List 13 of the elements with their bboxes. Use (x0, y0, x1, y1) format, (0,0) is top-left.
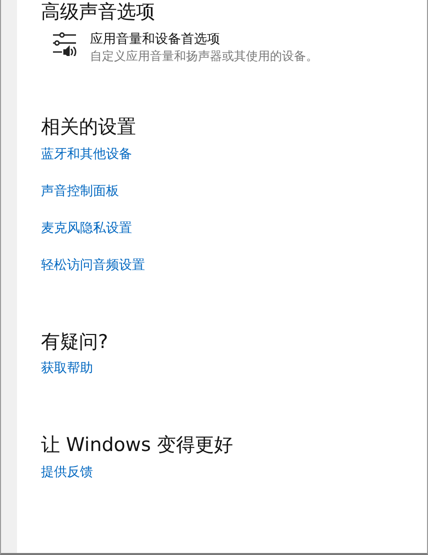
settings-link[interactable]: 获取帮助 (41, 361, 427, 378)
option-title[interactable]: 应用音量和设备首选项 (90, 32, 318, 49)
section-heading: 高级声音选项 (41, 1, 156, 24)
settings-link[interactable]: 声音控制面板 (41, 184, 427, 201)
settings-link[interactable]: 轻松访问音频设置 (41, 258, 427, 275)
section-heading: 相关的设置 (41, 116, 137, 140)
settings-link[interactable]: 麦克风隐私设置 (41, 220, 427, 238)
section-heading: 让 Windows 变得更好 (41, 434, 234, 458)
section-heading: 有疑问? (41, 330, 110, 354)
settings-link[interactable]: 蓝牙和其他设备 (41, 147, 427, 164)
sliders-speaker-icon[interactable] (52, 32, 78, 56)
option-description: 自定义应用音量和扬声器或其使用的设备。 (90, 48, 318, 64)
settings-link[interactable]: 提供反馈 (41, 465, 427, 482)
